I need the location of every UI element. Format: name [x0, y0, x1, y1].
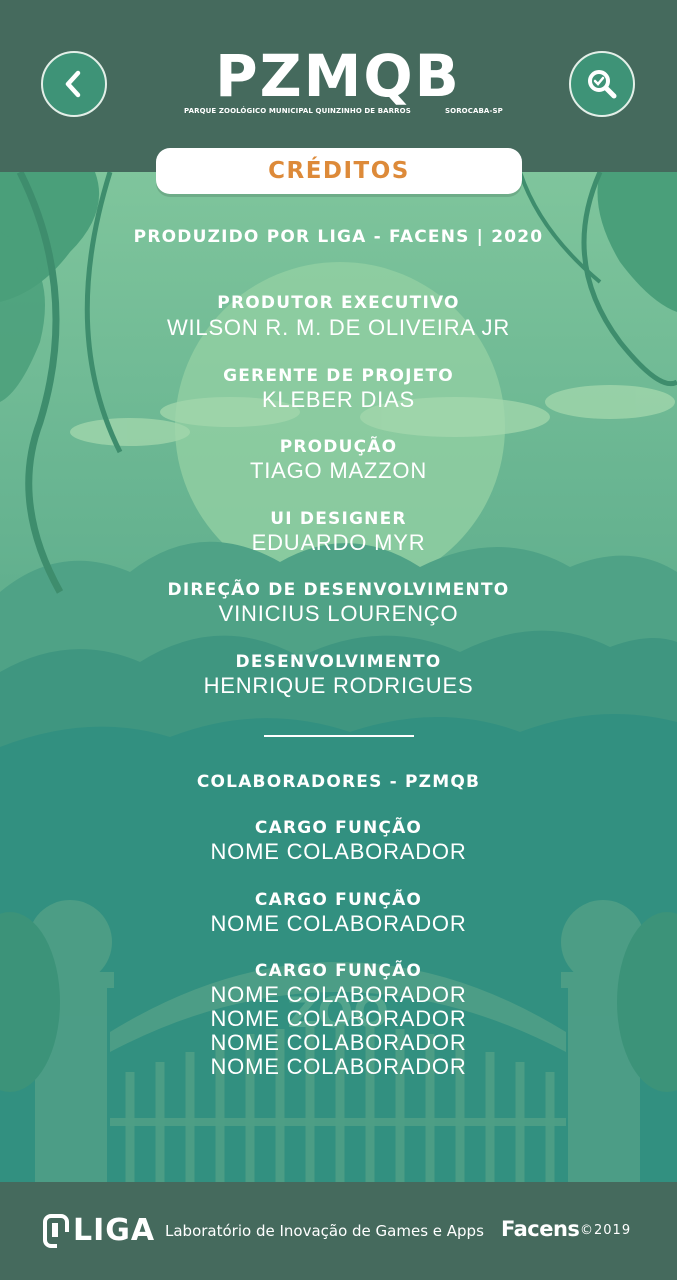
page-title: CRÉDITOS [268, 158, 410, 184]
page-title-banner: CRÉDITOS [156, 148, 522, 194]
collaborator-name: NOME COLABORADOR [210, 982, 467, 1007]
facens-logo: Facens [501, 1217, 580, 1241]
credit-name: WILSON R. M. DE OLIVEIRA JR [166, 315, 511, 340]
lab-description: Laboratório de Inovação de Games e Apps [165, 1222, 484, 1240]
liga-logo: LIGA [43, 1213, 155, 1248]
produced-by-text: PRODUZIDO POR LIGA - FACENS | 2020 [133, 227, 544, 247]
liga-wordmark: LIGA [73, 1213, 156, 1248]
collaborators-heading: COLABORADORES - PZMQB [196, 772, 481, 792]
collaborator-name: NOME COLABORADOR [210, 1054, 467, 1079]
credit-role: UI DESIGNER [270, 509, 407, 529]
credit-name: HENRIQUE RODRIGUES [203, 673, 474, 698]
liga-mark-icon [43, 1213, 69, 1248]
credit-role: GERENTE DE PROJETO [223, 366, 454, 386]
credit-role: PRODUÇÃO [279, 437, 398, 457]
credit-name: KLEBER DIAS [261, 387, 416, 412]
collaborator-name: NOME COLABORADOR [210, 839, 467, 864]
collaborator-name: NOME COLABORADOR [210, 1030, 467, 1055]
credit-role: DIREÇÃO DE DESENVOLVIMENTO [167, 580, 510, 600]
credit-name: TIAGO MAZZON [249, 458, 428, 483]
credit-role: DESENVOLVIMENTO [235, 652, 442, 672]
collaborator-name: NOME COLABORADOR [210, 911, 467, 936]
collaborator-role: CARGO FUNÇÃO [254, 818, 423, 838]
collaborator-name: NOME COLABORADOR [210, 1006, 467, 1031]
credit-name: EDUARDO MYR [251, 530, 426, 555]
section-divider [264, 735, 414, 737]
credit-name: VINICIUS LOURENÇO [218, 601, 459, 626]
copyright-text: ©2019 [580, 1223, 632, 1238]
credit-role: PRODUTOR EXECUTIVO [217, 293, 460, 313]
app-footer: LIGA Laboratório de Inovação de Games e … [0, 1182, 677, 1280]
collaborator-role: CARGO FUNÇÃO [254, 890, 423, 910]
collaborator-role: CARGO FUNÇÃO [254, 961, 423, 981]
